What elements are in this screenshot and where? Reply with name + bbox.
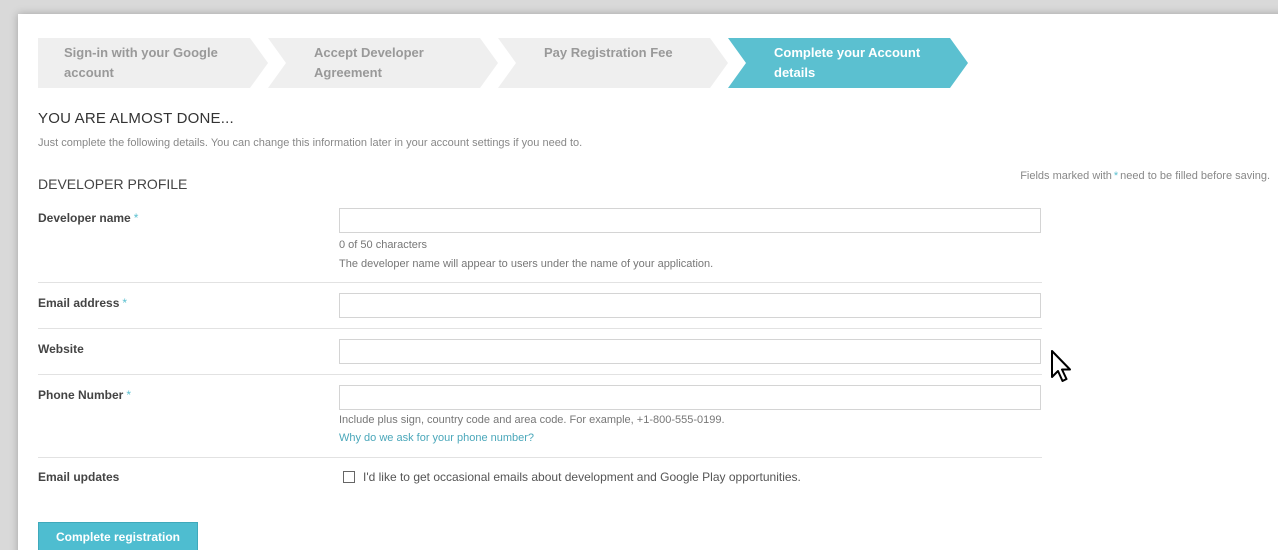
developer-name-label: Developer name *: [38, 211, 138, 225]
step-sign-in: Sign-in with your Google account: [38, 38, 268, 88]
phone-hint: Include plus sign, country code and area…: [339, 414, 725, 426]
mouse-pointer-icon: [1051, 350, 1071, 382]
step-accept-agreement: Accept Developer Agreement: [268, 38, 498, 88]
phone-input[interactable]: [339, 385, 1041, 410]
phone-row: Phone Number * Include plus sign, country…: [38, 385, 1042, 458]
email-updates-row: Email updates I'd like to get occasional…: [38, 470, 1042, 498]
email-label-text: Email address: [38, 296, 120, 310]
required-star: *: [1113, 170, 1119, 182]
website-input[interactable]: [339, 339, 1041, 364]
progress-steps: Sign-in with your Google account Accept …: [38, 38, 968, 88]
developer-name-input[interactable]: [339, 208, 1041, 233]
step-account-details: Complete your Account details: [728, 38, 968, 88]
website-label-text: Website: [38, 342, 84, 356]
email-input[interactable]: [339, 293, 1041, 318]
developer-name-counter: 0 of 50 characters: [339, 239, 428, 251]
complete-registration-button[interactable]: Complete registration: [38, 522, 198, 550]
section-title: DEVELOPER PROFILE: [38, 176, 188, 192]
step-pay-fee: Pay Registration Fee: [498, 38, 728, 88]
email-updates-label-text: Email updates: [38, 470, 120, 484]
website-label: Website: [38, 342, 84, 356]
phone-why-link[interactable]: Why do we ask for your phone number?: [339, 432, 534, 444]
required-note-prefix: Fields marked with: [1020, 170, 1112, 182]
email-row: Email address *: [38, 293, 1042, 329]
developer-name-label-text: Developer name: [38, 211, 131, 225]
registration-card: Sign-in with your Google account Accept …: [18, 14, 1278, 550]
email-updates-label: Email updates: [38, 470, 119, 484]
phone-label-text: Phone Number: [38, 388, 124, 402]
email-updates-option[interactable]: I'd like to get occasional emails about …: [343, 470, 801, 484]
page-subtitle: Just complete the following details. You…: [38, 137, 583, 149]
developer-name-hint: The developer name will appear to users …: [339, 258, 714, 270]
developer-name-row: Developer name * 0 of 50 characters The d…: [38, 208, 1042, 283]
email-updates-checkbox[interactable]: [343, 471, 355, 483]
required-star: *: [126, 388, 132, 402]
page-title: YOU ARE ALMOST DONE...: [38, 110, 234, 127]
email-label: Email address *: [38, 296, 127, 310]
required-note-suffix: need to be filled before saving.: [1120, 170, 1270, 182]
phone-label: Phone Number *: [38, 388, 131, 402]
required-star: *: [133, 211, 139, 225]
required-star: *: [122, 296, 128, 310]
required-fields-note: Fields marked with * need to be filled bef…: [1020, 170, 1270, 182]
email-updates-checkbox-label[interactable]: I'd like to get occasional emails about …: [363, 470, 801, 484]
website-row: Website: [38, 339, 1042, 375]
